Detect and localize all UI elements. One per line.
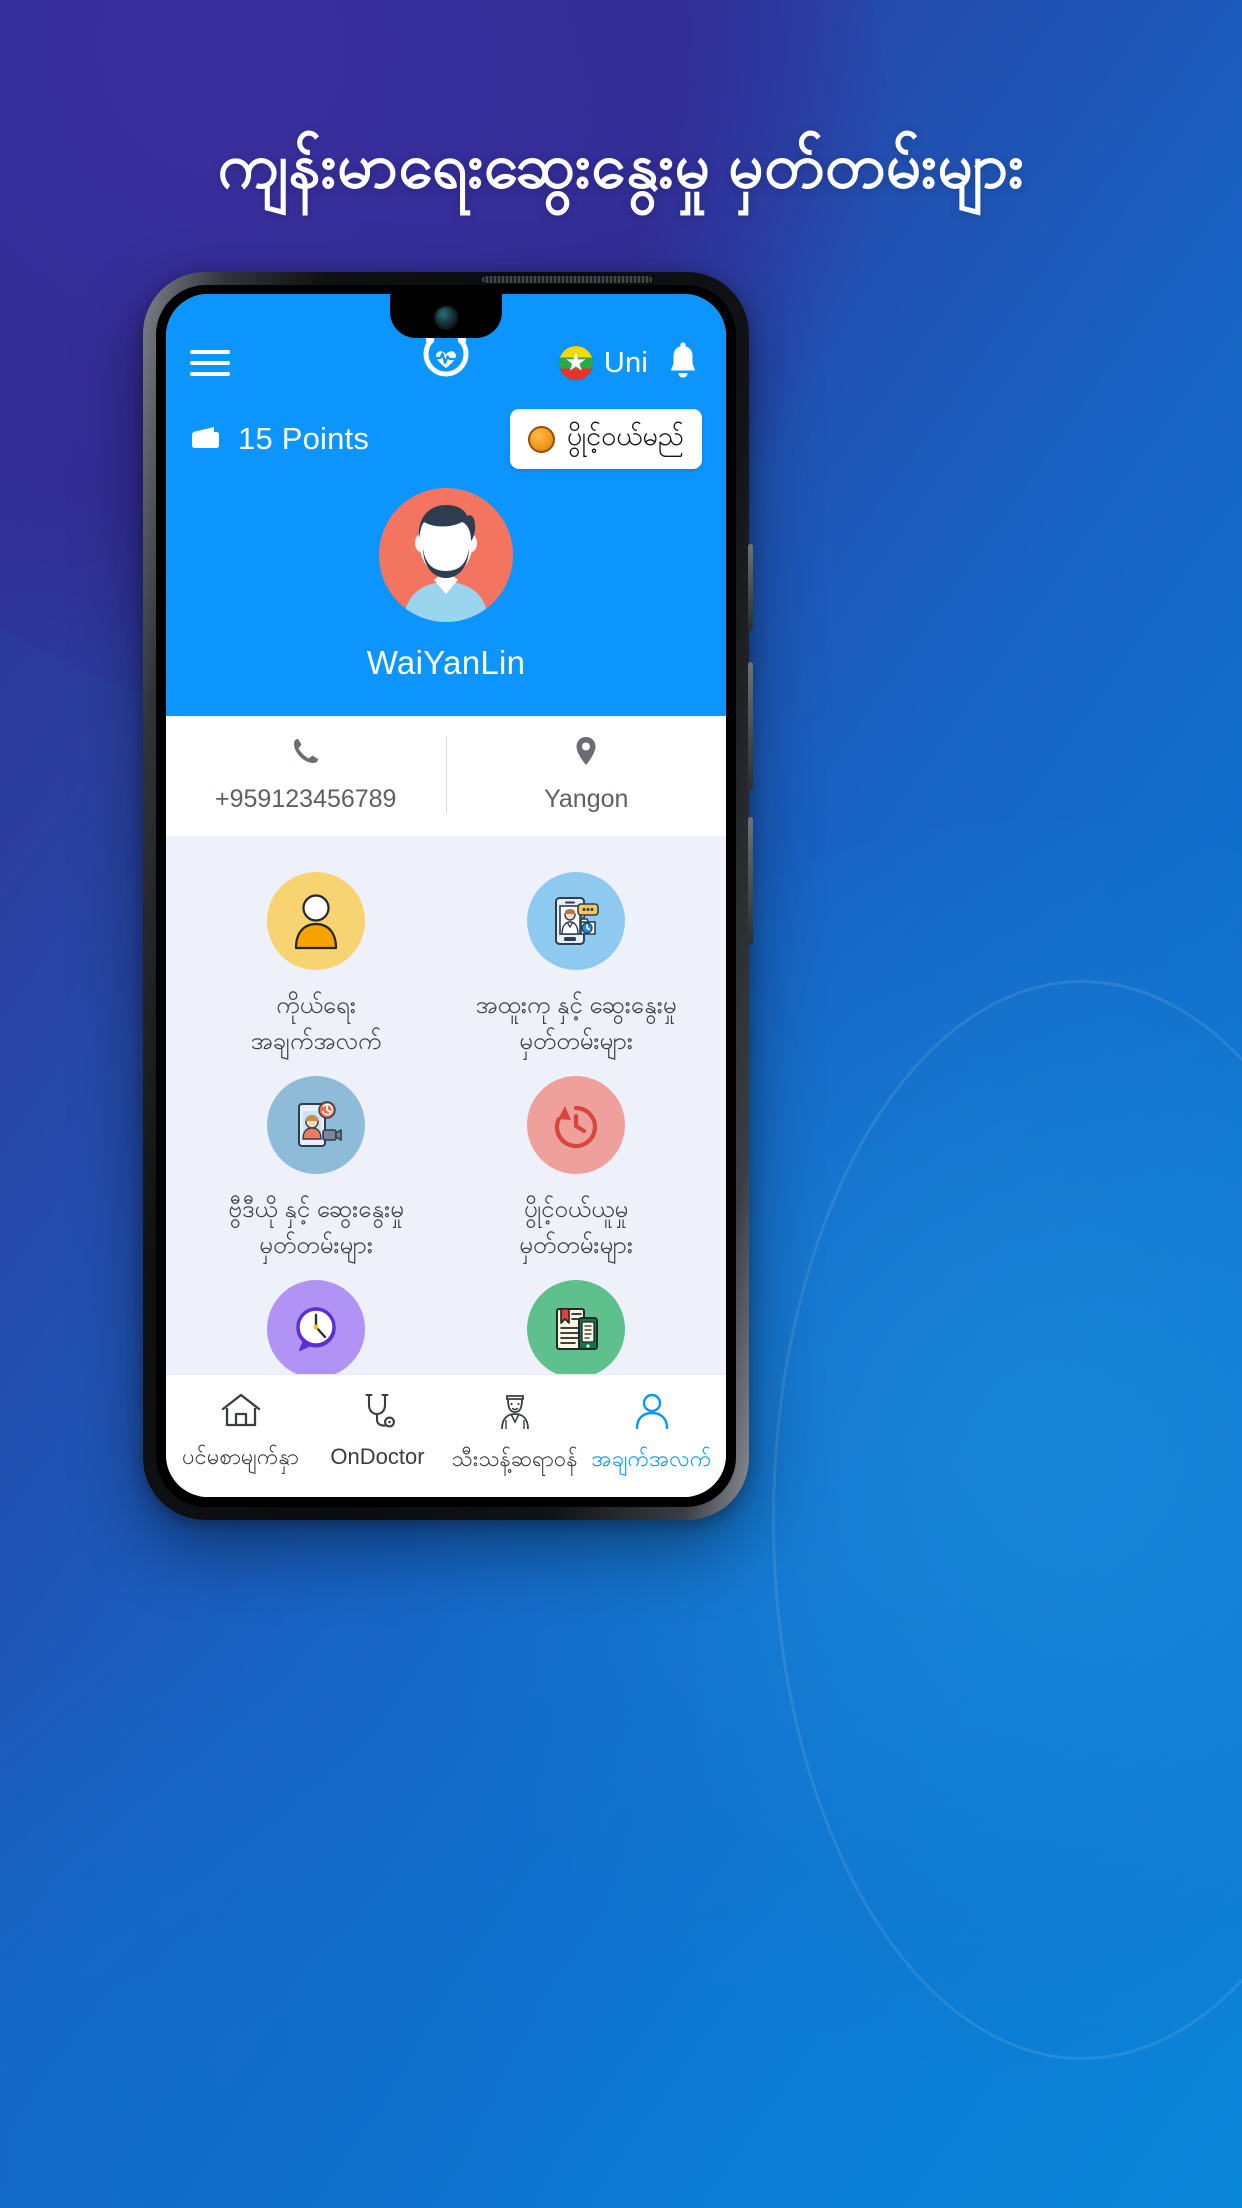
person-profile-icon	[267, 872, 365, 970]
points-row: 15 Points ပွိုင့်ဝယ်မည်	[190, 392, 702, 470]
brand-logo-icon	[417, 332, 475, 391]
location-pin-icon	[574, 736, 598, 771]
wallet-icon	[190, 423, 224, 456]
nav-item-label: အချက်အလက်	[591, 1446, 712, 1471]
app-header: ★ Uni 15 Points ပွိုင့်ဝယ်မည် WaiYanLin	[166, 294, 726, 716]
nav-item-account[interactable]: အချက်အလက်	[583, 1391, 720, 1477]
menu-tile-points-purchase-history[interactable]: ပွိုင့်ဝယ်ယူမှု မှတ်တမ်းများ	[446, 1066, 706, 1264]
profile-block: WaiYanLin	[190, 470, 702, 716]
phone-earpiece	[482, 276, 652, 283]
points-display: 15 Points	[190, 421, 369, 457]
nav-item-private-doctor[interactable]: သီးသန့်ဆရာဝန်	[446, 1391, 583, 1477]
menu-tile-personal-info[interactable]: ကိုယ်ရေး အချက်အလက်	[186, 862, 446, 1060]
nav-item-label: သီးသန့်ဆရာဝန်	[451, 1446, 578, 1471]
menu-tile-saved-articles[interactable]: သိမ်ဆည်းထားသော ဆောင်းပါးများ	[446, 1270, 706, 1374]
saved-prescription-icon	[527, 1280, 625, 1374]
bell-icon[interactable]	[664, 341, 702, 386]
phone-volume-up-button	[748, 662, 753, 790]
profile-name: WaiYanLin	[366, 644, 526, 681]
phone-notch	[390, 294, 502, 338]
usage-clock-icon	[267, 1280, 365, 1374]
phone-bezel: ★ Uni 15 Points ပွိုင့်ဝယ်မည် WaiYanLin …	[156, 276, 736, 1507]
phone-mockup: ★ Uni 15 Points ပွိုင့်ဝယ်မည် WaiYanLin …	[143, 272, 753, 1520]
stethoscope-icon	[358, 1391, 398, 1436]
menu-tile-video-consult[interactable]: ဗွီဒီယို နှင့် ဆွေးနွေးမှု မှတ်တမ်းများ	[186, 1066, 446, 1264]
front-camera-icon	[435, 307, 457, 328]
person-icon	[632, 1391, 672, 1436]
menu-tile-label: ပွိုင့်ဝယ်ယူမှု မှတ်တမ်းများ	[519, 1196, 633, 1259]
menu-tile-label: အထူးကု နှင့် ဆွေးနွေးမှု မှတ်တမ်းများ	[475, 992, 677, 1055]
contact-phone-value: +959123456789	[215, 785, 397, 813]
nav-item-label: OnDoctor	[330, 1444, 425, 1469]
language-selector[interactable]: ★ Uni	[558, 346, 648, 380]
menu-tile-specialist-consult[interactable]: အထူးကု နှင့် ဆွေးနွေးမှု မှတ်တမ်းများ	[446, 862, 706, 1060]
buy-points-button[interactable]: ပွိုင့်ဝယ်မည်	[509, 409, 702, 469]
menu-grid: ကိုယ်ရေး အချက်အလက် အထူးကု နှင့် ဆွေးနွေး…	[166, 836, 726, 1374]
menu-tile-points-usage-history[interactable]: ပွိုင့်သုံးစွဲမှုမှတ်တမ်းများ	[186, 1270, 446, 1374]
doctor-icon	[495, 1391, 535, 1436]
menu-tile-label: ကိုယ်ရေး အချက်အလက်	[250, 992, 382, 1055]
promo-headline: ကျန်းမာရေးဆွေးနွေးမှု မှတ်တမ်းများ	[217, 132, 1025, 201]
phone-icon	[291, 736, 321, 771]
phone-power-button	[748, 544, 753, 630]
app-screen: ★ Uni 15 Points ပွိုင့်ဝယ်မည် WaiYanLin …	[166, 294, 726, 1497]
flag-star: ★	[564, 348, 588, 377]
contact-strip: +959123456789 Yangon	[166, 716, 726, 836]
coin-icon	[527, 425, 555, 453]
nav-item-label: ပင်မစာမျက်နှာ	[182, 1444, 299, 1469]
purchase-history-clock-icon	[527, 1076, 625, 1174]
points-label: 15 Points	[238, 421, 370, 456]
hamburger-menu-icon[interactable]	[190, 350, 230, 376]
phone-consult-chat-icon	[527, 872, 625, 970]
nav-item-home[interactable]: ပင်မစာမျက်နှာ	[172, 1391, 309, 1475]
buy-points-label: ပွိုင့်ဝယ်မည်	[566, 421, 684, 451]
contact-phone[interactable]: +959123456789	[166, 736, 446, 814]
video-consult-icon	[267, 1076, 365, 1174]
home-icon	[220, 1391, 262, 1434]
bottom-navigation: ပင်မစာမျက်နှာ OnDoctor သီးသန့်ဆရာဝန် အချ…	[166, 1374, 726, 1497]
phone-volume-down-button	[748, 817, 753, 945]
language-label: Uni	[603, 346, 648, 379]
nav-item-ondoctor[interactable]: OnDoctor	[309, 1391, 446, 1470]
contact-location[interactable]: Yangon	[445, 736, 727, 814]
contact-location-value: Yangon	[544, 785, 629, 813]
user-avatar[interactable]	[379, 488, 513, 622]
menu-tile-label: ဗွီဒီယို နှင့် ဆွေးနွေးမှု မှတ်တမ်းများ	[228, 1196, 404, 1259]
myanmar-flag-icon: ★	[558, 346, 593, 380]
